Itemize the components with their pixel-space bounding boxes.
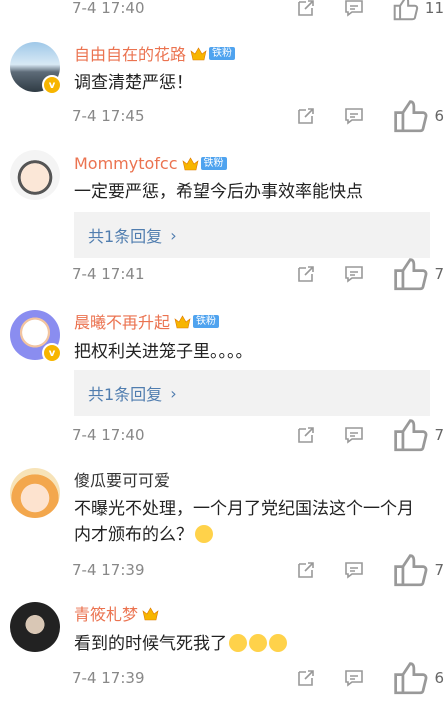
thumbs-up-icon <box>394 419 428 451</box>
avatar[interactable] <box>10 602 60 652</box>
comment-meta: 7-4 17:39 6 <box>72 662 444 694</box>
comment-time: 7-4 17:39 <box>72 669 145 687</box>
comment-text: 看到的时候气死我了 <box>74 631 430 657</box>
username[interactable]: 青筱札梦 <box>74 601 138 625</box>
share-icon <box>298 562 314 578</box>
comment-button[interactable] <box>344 0 392 20</box>
reply-thread-link[interactable]: 共1条回复 › <box>74 370 430 416</box>
like-count: 6 <box>434 669 444 687</box>
comment-icon <box>345 562 363 579</box>
share-icon <box>298 427 314 443</box>
share-button[interactable] <box>296 666 344 690</box>
comment-meta: 7-4 17:39 7 <box>72 554 444 586</box>
comment-icon <box>345 266 363 283</box>
comment-feed: 7-4 17:40 11 v 自由自在的花路 铁粉 调查清楚严惩！ 7-4 17… <box>0 0 444 710</box>
share-button[interactable] <box>296 423 344 447</box>
reply-count: 共1条回复 <box>88 227 163 246</box>
thumbs-up-icon <box>394 662 428 694</box>
avatar[interactable] <box>10 468 60 518</box>
like-count: 6 <box>434 107 444 125</box>
comment-text-body: 不曝光不处理，一个月了党纪国法这个一个月内才颁布的么？ <box>74 499 414 545</box>
share-icon <box>298 108 314 124</box>
comment-text: 不曝光不处理，一个月了党纪国法这个一个月内才颁布的么？ <box>74 496 430 548</box>
thumbs-up-icon <box>393 0 419 20</box>
share-icon <box>298 0 314 16</box>
username[interactable]: 自由自在的花路 <box>74 41 186 65</box>
comment-button[interactable] <box>344 558 392 582</box>
comment-time: 7-4 17:40 <box>72 0 145 17</box>
top-comment-meta: 7-4 17:40 11 <box>72 0 444 20</box>
comment-icon <box>345 0 363 17</box>
comment-text: 调查清楚严惩！ <box>74 73 193 93</box>
like-button[interactable]: 7 <box>392 417 444 453</box>
crown-icon <box>190 46 207 60</box>
comment-icon <box>345 108 363 125</box>
username[interactable]: 傻瓜要可可爱 <box>74 467 170 491</box>
share-icon <box>298 670 314 686</box>
comment-time: 7-4 17:45 <box>72 107 145 125</box>
like-button[interactable]: 6 <box>392 98 444 134</box>
comment-button[interactable] <box>344 423 392 447</box>
verified-badge: v <box>42 343 62 363</box>
chevron-right-icon: › <box>170 225 177 245</box>
like-button[interactable]: 7 <box>392 256 444 292</box>
comment-time: 7-4 17:41 <box>72 265 145 283</box>
crown-icon <box>174 314 191 328</box>
crying-emoji-icon <box>269 634 287 652</box>
comment-button[interactable] <box>344 104 392 128</box>
comment-text-body: 看到的时候气死我了 <box>74 634 227 654</box>
like-count: 7 <box>434 265 444 283</box>
verified-badge: v <box>42 75 62 95</box>
share-icon <box>298 266 314 282</box>
like-count: 7 <box>434 426 444 444</box>
comment-button[interactable] <box>344 262 392 286</box>
username[interactable]: Mommytofcc <box>74 154 178 173</box>
share-button[interactable] <box>296 104 344 128</box>
comment-time: 7-4 17:40 <box>72 426 145 444</box>
comment-time: 7-4 17:39 <box>72 561 145 579</box>
comment-meta: 7-4 17:45 6 <box>72 100 444 132</box>
share-button[interactable] <box>296 558 344 582</box>
share-button[interactable] <box>296 262 344 286</box>
like-button[interactable]: 6 <box>392 660 444 696</box>
avatar[interactable] <box>10 150 60 200</box>
comment-icon <box>345 427 363 444</box>
thumbs-up-icon <box>394 100 428 132</box>
share-button[interactable] <box>296 0 344 20</box>
comment-text: 把权利关进笼子里。。。。 <box>74 342 253 362</box>
crying-emoji-icon <box>249 634 267 652</box>
comment-button[interactable] <box>344 666 392 690</box>
username[interactable]: 晨曦不再升起 <box>74 309 170 333</box>
chevron-right-icon: › <box>170 383 177 403</box>
comment-meta: 7-4 17:41 7 <box>72 258 444 290</box>
like-count: 11 <box>424 0 444 17</box>
crown-icon <box>142 606 159 620</box>
crying-emoji-icon <box>229 634 247 652</box>
thumbs-up-icon <box>394 258 428 290</box>
crown-icon <box>182 156 199 170</box>
fan-badge: 铁粉 <box>200 156 227 170</box>
like-button[interactable]: 7 <box>392 552 444 588</box>
fan-badge: 铁粉 <box>193 314 220 328</box>
thumbs-up-icon <box>394 554 428 586</box>
comment-text: 一定要严惩，希望今后办事效率能快点 <box>74 182 363 202</box>
fan-badge: 铁粉 <box>209 46 236 60</box>
reply-thread-link[interactable]: 共1条回复 › <box>74 212 430 258</box>
like-button[interactable]: 11 <box>392 0 444 21</box>
comment-icon <box>345 670 363 687</box>
like-count: 7 <box>434 561 444 579</box>
awkward-smile-emoji-icon <box>195 525 213 543</box>
reply-count: 共1条回复 <box>88 385 163 404</box>
comment-meta: 7-4 17:40 7 <box>72 419 444 451</box>
